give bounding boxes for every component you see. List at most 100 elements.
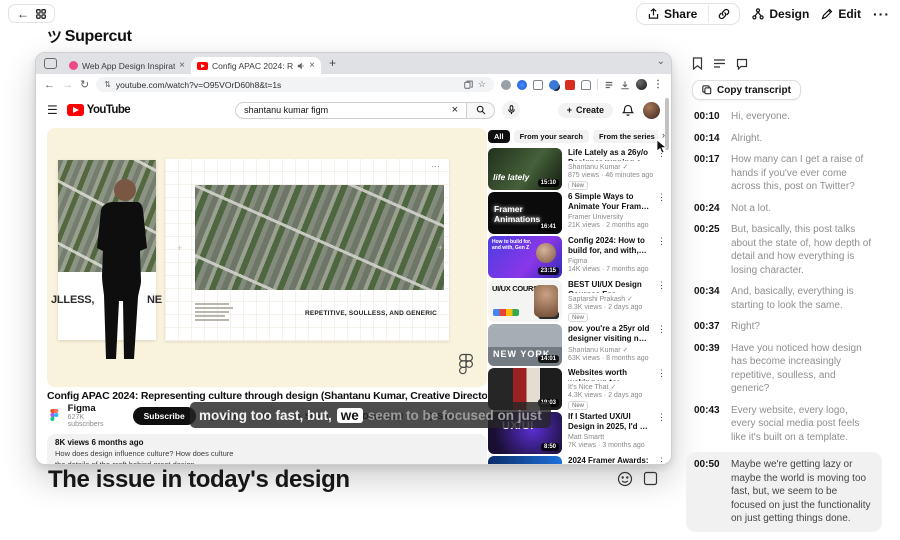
browser-address-bar: ← → ↻ ⇅ youtube.com/watch?v=O95VOrD60h8&… bbox=[36, 74, 671, 95]
browser-profile-avatar[interactable] bbox=[636, 79, 647, 90]
caption-overlay[interactable]: moving too fast, but, we seem to be focu… bbox=[190, 402, 551, 428]
video-suggestion[interactable]: life lately15:10Life Lately as a 26y/o D… bbox=[488, 148, 665, 190]
browser-tab-inactive[interactable]: Web App Design Inspiration × bbox=[63, 57, 191, 74]
video-thumbnail[interactable] bbox=[488, 456, 562, 465]
transcript-entry[interactable]: 00:50Maybe we're getting lazy or maybe t… bbox=[686, 452, 882, 532]
transcript-entry[interactable]: 00:10Hi, everyone. bbox=[686, 110, 882, 124]
video-kebab-icon[interactable]: ⋮ bbox=[657, 148, 665, 190]
design-button[interactable]: Design bbox=[752, 7, 809, 21]
video-kebab-icon[interactable]: ⋮ bbox=[657, 280, 665, 322]
badge-extension-icon[interactable] bbox=[549, 80, 559, 90]
transcript-entry[interactable]: 00:39Have you noticed how design has bec… bbox=[686, 342, 882, 396]
clear-search-icon[interactable]: × bbox=[452, 104, 458, 116]
share-tab-icon[interactable] bbox=[464, 80, 473, 89]
tune-icon[interactable]: ⇅ bbox=[104, 80, 111, 89]
video-thumbnail[interactable]: life lately15:10 bbox=[488, 148, 562, 190]
tab-audio-icon[interactable] bbox=[297, 62, 305, 70]
transcript-timestamp[interactable]: 00:25 bbox=[694, 223, 723, 277]
copy-transcript-button[interactable]: Copy transcript bbox=[692, 80, 801, 100]
transcript-entry[interactable]: 00:14Alright. bbox=[686, 132, 882, 146]
filter-chip[interactable]: All bbox=[488, 130, 510, 143]
transcript-timestamp[interactable]: 00:39 bbox=[694, 342, 723, 396]
video-description[interactable]: 8K views 6 months ago How does design in… bbox=[47, 434, 487, 465]
tab-close-icon[interactable]: × bbox=[309, 61, 315, 71]
red-extension-icon[interactable] bbox=[565, 80, 575, 90]
tab-overview-icon[interactable] bbox=[44, 58, 57, 69]
bookmark-star-icon[interactable]: ☆ bbox=[478, 79, 486, 90]
search-input[interactable]: shantanu kumar figm × bbox=[235, 102, 467, 119]
edit-button[interactable]: Edit bbox=[821, 7, 861, 21]
new-tab-button[interactable]: + bbox=[329, 56, 336, 70]
copy-link-button[interactable] bbox=[708, 5, 739, 23]
emoji-reaction-icon[interactable] bbox=[617, 471, 633, 487]
grid-icon[interactable] bbox=[36, 9, 46, 19]
subscribe-button[interactable]: Subscribe bbox=[133, 407, 196, 425]
transcript-entry[interactable]: 00:43Every website, every logo, every so… bbox=[686, 404, 882, 445]
youtube-logo[interactable]: YouTube bbox=[67, 104, 130, 116]
transcript-entry[interactable]: 00:34And, basically, everything is start… bbox=[686, 285, 882, 312]
video-kebab-icon[interactable]: ⋮ bbox=[657, 236, 665, 278]
video-kebab-icon[interactable]: ⋮ bbox=[657, 368, 665, 410]
browser-tab-active[interactable]: Config APAC 2024: Repr × bbox=[191, 57, 321, 74]
transcript-timestamp[interactable]: 00:50 bbox=[694, 458, 723, 526]
video-player[interactable]: JLLESS, NE ⋯ + + REPETITIVE, SOULLESS, A… bbox=[47, 128, 487, 387]
transcript-entry[interactable]: 00:37Right? bbox=[686, 320, 882, 334]
browser-reload-icon[interactable]: ↻ bbox=[80, 78, 89, 91]
transcript-timestamp[interactable]: 00:24 bbox=[694, 202, 723, 216]
transcript-timestamp[interactable]: 00:43 bbox=[694, 404, 723, 445]
figma-channel-avatar[interactable] bbox=[47, 409, 62, 424]
video-suggestion[interactable]: Framer Animations16:416 Simple Ways to A… bbox=[488, 192, 665, 234]
share-button[interactable]: Share bbox=[637, 4, 708, 24]
transcript-timestamp[interactable]: 00:14 bbox=[694, 132, 723, 146]
extension-icon[interactable] bbox=[501, 80, 511, 90]
video-suggestion[interactable]: UI/UX COURSES10:28BEST UI/UX Design Cour… bbox=[488, 280, 665, 322]
search-button[interactable] bbox=[467, 102, 495, 119]
notifications-bell-icon[interactable] bbox=[622, 104, 634, 117]
transcript-timestamp[interactable]: 00:37 bbox=[694, 320, 723, 334]
video-suggestion[interactable]: How to build for, and with, Gen Z23:15Co… bbox=[488, 236, 665, 278]
video-kebab-icon[interactable]: ⋮ bbox=[657, 456, 665, 465]
url-field[interactable]: ⇅ youtube.com/watch?v=O95VOrD60h8&t=1s ☆ bbox=[96, 77, 494, 92]
transcript-entry[interactable]: 00:24Not a lot. bbox=[686, 202, 882, 216]
video-thumbnail[interactable]: UI/UX COURSES10:28 bbox=[488, 280, 562, 322]
browser-forward-icon[interactable]: → bbox=[62, 79, 73, 91]
voice-search-button[interactable] bbox=[502, 101, 520, 119]
reading-list-icon[interactable] bbox=[604, 80, 614, 90]
video-meta: 8.3K views · 2 days ago bbox=[568, 304, 651, 311]
back-icon[interactable]: ← bbox=[17, 7, 29, 21]
video-suggestion[interactable]: 2024 Framer Awards:⋮ bbox=[488, 456, 665, 465]
comment-icon[interactable] bbox=[736, 58, 748, 70]
channel-info[interactable]: Figma 627K subscribers bbox=[68, 404, 121, 428]
caption-current-word[interactable]: we bbox=[337, 408, 363, 423]
browser-back-icon[interactable]: ← bbox=[44, 79, 55, 91]
hamburger-menu-icon[interactable]: ☰ bbox=[47, 103, 58, 117]
transcript-entry[interactable]: 00:17How many can I get a raise of hands… bbox=[686, 153, 882, 194]
nav-back-group[interactable]: ← bbox=[8, 4, 55, 23]
video-kebab-icon[interactable]: ⋮ bbox=[657, 412, 665, 454]
video-thumbnail[interactable]: Framer Animations16:41 bbox=[488, 192, 562, 234]
more-menu-button[interactable]: ··· bbox=[873, 6, 890, 22]
video-kebab-icon[interactable]: ⋮ bbox=[657, 192, 665, 234]
video-kebab-icon[interactable]: ⋮ bbox=[657, 324, 665, 366]
filter-chip[interactable]: From your search bbox=[514, 130, 589, 143]
video-thumbnail[interactable]: NEW YORK14:01 bbox=[488, 324, 562, 366]
frame-extension-icon[interactable] bbox=[533, 80, 543, 90]
transcript-list-icon[interactable] bbox=[713, 58, 726, 69]
video-suggestion[interactable]: NEW YORK14:01pov. you're a 25yr old desi… bbox=[488, 324, 665, 366]
tab-search-chevron-icon[interactable]: ⌄ bbox=[657, 56, 665, 67]
video-thumbnail[interactable]: How to build for, and with, Gen Z23:15 bbox=[488, 236, 562, 278]
filter-chip[interactable]: From the series bbox=[593, 130, 661, 143]
transcript-timestamp[interactable]: 00:10 bbox=[694, 110, 723, 124]
globe-extension-icon[interactable] bbox=[517, 80, 527, 90]
transcript-timestamp[interactable]: 00:34 bbox=[694, 285, 723, 312]
youtube-profile-avatar[interactable] bbox=[643, 102, 660, 119]
transcript-entry[interactable]: 00:25But, basically, this post talks abo… bbox=[686, 223, 882, 277]
home-extension-icon[interactable] bbox=[581, 80, 591, 90]
download-icon[interactable] bbox=[620, 80, 630, 90]
browser-menu-kebab-icon[interactable]: ⋮ bbox=[653, 79, 663, 90]
tab-close-icon[interactable]: × bbox=[179, 61, 185, 71]
transcript-timestamp[interactable]: 00:17 bbox=[694, 153, 723, 194]
create-button[interactable]: + Create bbox=[558, 103, 613, 118]
bookmark-icon[interactable] bbox=[692, 57, 703, 70]
edit-pen-icon bbox=[821, 8, 833, 20]
